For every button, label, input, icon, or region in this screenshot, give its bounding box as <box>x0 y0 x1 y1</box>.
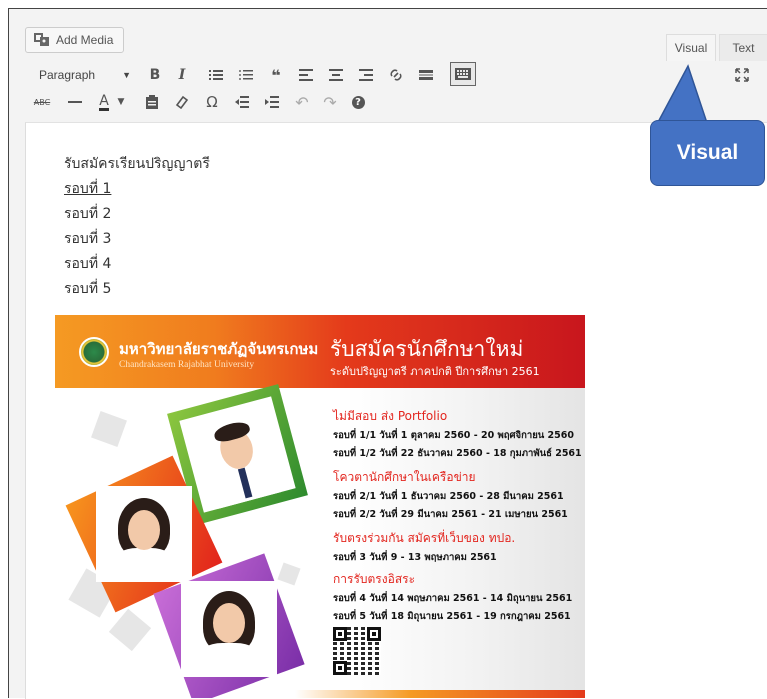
poster-header: มหาวิทยาลัยราชภัฏจันทรเกษม Chandrakasem … <box>55 315 585 388</box>
numbered-list-icon[interactable] <box>235 64 257 86</box>
redo-icon[interactable]: ↷ <box>319 91 341 113</box>
poster-university-th: มหาวิทยาลัยราชภัฏจันทรเกษม <box>119 340 319 358</box>
content-line: รอบที่ 1 <box>64 181 112 197</box>
align-center-icon[interactable] <box>325 64 347 86</box>
decor-square <box>91 411 127 447</box>
link-icon[interactable] <box>385 64 407 86</box>
poster-section-row: รอบที่ 4 วันที่ 14 พฤษภาคม 2561 - 14 มิถ… <box>333 593 573 604</box>
poster-section-heading: รับตรงร่วมกัน สมัครที่เว็บของ ทปอ. <box>333 531 516 545</box>
tab-text[interactable]: Text <box>719 34 767 61</box>
align-right-icon[interactable] <box>355 64 377 86</box>
content-line: รอบที่ 2 <box>64 206 112 222</box>
poster-bottom-strip <box>295 690 585 698</box>
horizontal-line-icon[interactable] <box>64 91 86 113</box>
blockquote-icon[interactable]: ❝ <box>265 64 287 86</box>
callout-label: Visual <box>676 141 739 164</box>
content-line: รอบที่ 3 <box>64 231 112 247</box>
poster-section-row: รอบที่ 1/2 วันที่ 22 ธันวาคม 2560 - 18 ก… <box>333 448 582 459</box>
format-select[interactable]: Paragraph ▼ <box>27 64 135 86</box>
add-media-button[interactable]: Add Media <box>25 27 124 53</box>
visual-callout: Visual <box>650 120 765 186</box>
chevron-down-icon: ▼ <box>122 70 131 80</box>
decor-square <box>277 562 301 586</box>
chevron-down-icon[interactable]: ▼ <box>114 91 128 113</box>
decor-square <box>108 608 152 652</box>
poster-section-heading: ไม่มีสอบ ส่ง Portfolio <box>333 409 448 423</box>
university-seal-icon <box>79 337 109 367</box>
content-line: รอบที่ 4 <box>64 256 112 272</box>
admission-poster-image[interactable]: มหาวิทยาลัยราชภัฏจันทรเกษม Chandrakasem … <box>55 315 585 698</box>
poster-section-heading: การรับตรงอิสระ <box>333 572 416 586</box>
outdent-icon[interactable] <box>231 91 253 113</box>
poster-section-row: รอบที่ 1/1 วันที่ 1 ตุลาคม 2560 - 20 พฤศ… <box>333 430 575 441</box>
tab-visual[interactable]: Visual <box>666 34 716 61</box>
read-more-icon[interactable] <box>415 64 437 86</box>
content-line: รอบที่ 5 <box>64 281 112 297</box>
help-icon[interactable]: ? <box>347 91 369 113</box>
italic-icon[interactable]: I <box>171 64 193 86</box>
poster-university-en: Chandrakasem Rajabhat University <box>119 360 255 370</box>
clear-formatting-icon[interactable] <box>171 91 193 113</box>
format-select-value: Paragraph <box>39 68 96 82</box>
poster-section-row: รอบที่ 3 วันที่ 9 - 13 พฤษภาคม 2561 <box>333 552 497 563</box>
undo-icon[interactable]: ↶ <box>291 91 313 113</box>
toolbar-toggle-icon[interactable] <box>450 62 476 86</box>
poster-section-heading: โควตานักศึกษาในเครือข่าย <box>333 470 476 484</box>
special-character-icon[interactable]: Ω <box>201 91 223 113</box>
align-left-icon[interactable] <box>295 64 317 86</box>
strikethrough-icon[interactable]: ABC <box>31 91 53 113</box>
media-icon <box>34 33 50 47</box>
bullet-list-icon[interactable] <box>205 64 227 86</box>
poster-section-row: รอบที่ 2/1 วันที่ 1 ธันวาคม 2560 - 28 มี… <box>333 491 564 502</box>
paste-text-icon[interactable] <box>141 91 163 113</box>
indent-icon[interactable] <box>261 91 283 113</box>
poster-section-row: รอบที่ 2/2 วันที่ 29 มีนาคม 2561 - 21 เม… <box>333 509 568 520</box>
add-media-label: Add Media <box>56 33 114 47</box>
poster-section-row: รอบที่ 5 วันที่ 18 มิถุนายน 2561 - 19 กร… <box>333 611 571 622</box>
text-color-icon[interactable]: A <box>93 91 115 113</box>
fullscreen-icon[interactable] <box>731 64 753 86</box>
content-line: รับสมัครเรียนปริญญาตรี <box>64 156 210 172</box>
poster-subtitle: ระดับปริญญาตรี ภาคปกติ ปีการศึกษา 2561 <box>330 365 540 378</box>
bold-icon[interactable]: B <box>144 64 166 86</box>
